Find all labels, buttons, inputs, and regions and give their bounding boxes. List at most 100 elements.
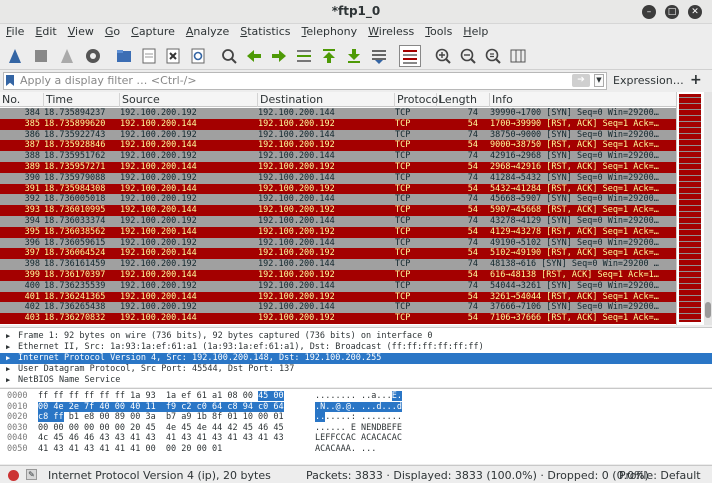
expand-arrow-icon[interactable]: ▶ xyxy=(6,364,10,375)
minimize-icon[interactable]: – xyxy=(642,5,656,19)
display-filter-input[interactable]: Apply a display filter … <Ctrl-/> xyxy=(3,72,607,90)
packet-row[interactable]: 385 18.735899620 192.100.200.144 192.100.20… xyxy=(0,118,676,130)
packet-cell-src: 192.100.200.144 xyxy=(120,162,197,172)
maximize-icon[interactable]: □ xyxy=(665,5,679,19)
close-icon[interactable]: ✕ xyxy=(688,5,702,19)
packet-cell-no: 389 xyxy=(24,162,40,172)
apply-filter-arrow-icon[interactable]: ➔ xyxy=(572,74,590,87)
detail-tree-item[interactable]: ▶ Frame 1: 92 bytes on wire (736 bits), 9… xyxy=(0,331,712,342)
column-header-time[interactable]: Time xyxy=(44,93,120,107)
packet-row[interactable]: 386 18.735922743 192.100.200.192 192.100.20… xyxy=(0,129,676,141)
detail-tree-item[interactable]: ▶ Ethernet II, Src: 1a:93:1a:ef:61:a1 (1a… xyxy=(0,342,712,353)
close-file-icon[interactable] xyxy=(162,45,184,67)
menu-capture[interactable]: Capture xyxy=(125,24,180,38)
packet-cell-info: 9000→38750 [RST, ACK] Seq=1 Ack=… xyxy=(490,140,659,151)
expand-arrow-icon[interactable]: ▶ xyxy=(6,331,10,342)
packet-cell-proto: TCP xyxy=(395,129,411,140)
scrollbar-thumb[interactable] xyxy=(705,302,711,318)
menu-help[interactable]: Help xyxy=(457,24,493,38)
packet-row[interactable]: 388 18.735951762 192.100.200.192 192.100.20… xyxy=(0,151,676,162)
column-header-info[interactable]: Info xyxy=(490,93,676,107)
zoom-out-icon[interactable] xyxy=(457,45,479,67)
packet-row[interactable]: 402 18.736265438 192.100.200.192 192.100.20… xyxy=(0,302,676,314)
first-packet-icon[interactable] xyxy=(318,45,340,67)
bytes-hex: 00 00 00 00 00 00 20 45 4e 45 4e 44 42 4… xyxy=(38,423,284,434)
shark-fin-start-icon[interactable] xyxy=(4,45,26,67)
packet-cell-len: 74 xyxy=(467,129,478,140)
packet-row[interactable]: 392 18.736005018 192.100.200.192 192.100.20… xyxy=(0,194,676,206)
column-header-destination[interactable]: Destination xyxy=(258,93,395,107)
reload-file-icon[interactable] xyxy=(187,45,209,67)
expand-arrow-icon[interactable]: ▶ xyxy=(6,353,10,364)
packet-row[interactable]: 396 18.736059615 192.100.200.192 192.100.20… xyxy=(0,237,676,249)
status-profile[interactable]: Profile: Default xyxy=(619,469,701,482)
packet-cell-src: 192.100.200.192 xyxy=(120,280,197,291)
bytes-row[interactable]: 0040 4c 45 46 46 43 43 41 43 41 43 41 43 … xyxy=(0,433,712,444)
packet-row[interactable]: 390 18.735979088 192.100.200.192 192.100.20… xyxy=(0,172,676,184)
normal-size-icon[interactable] xyxy=(482,45,504,67)
detail-tree-item[interactable]: ▶ Internet Protocol Version 4, Src: 192.1… xyxy=(0,353,712,364)
column-header-length[interactable]: Length xyxy=(437,93,490,107)
capture-options-icon[interactable] xyxy=(82,45,104,67)
packet-row[interactable]: 401 18.736241365 192.100.200.144 192.100.20… xyxy=(0,291,676,303)
packet-row[interactable]: 403 18.736270832 192.100.200.144 192.100.20… xyxy=(0,313,676,324)
packet-row[interactable]: 400 18.736235539 192.100.200.192 192.100.20… xyxy=(0,280,676,292)
menu-tools[interactable]: Tools xyxy=(419,24,457,38)
column-header-protocol[interactable]: Protocol xyxy=(395,93,441,107)
bytes-row[interactable]: 0020 c8 ff b1 e8 00 89 00 3a b7 a9 1b 8f … xyxy=(0,412,712,423)
packet-list-scrollbar[interactable] xyxy=(704,92,712,325)
expand-arrow-icon[interactable]: ▶ xyxy=(6,375,10,386)
packet-row[interactable]: 387 18.735928846 192.100.200.144 192.100.20… xyxy=(0,140,676,152)
packet-row[interactable]: 397 18.736064524 192.100.200.144 192.100.20… xyxy=(0,248,676,260)
packet-cell-time: 18.736059615 xyxy=(44,237,106,248)
packet-row[interactable]: 398 18.736161459 192.100.200.192 192.100.20… xyxy=(0,259,676,270)
column-header-no[interactable]: No. xyxy=(0,93,44,107)
resize-columns-icon[interactable] xyxy=(507,45,529,67)
packet-row[interactable]: 391 18.735984308 192.100.200.144 192.100.20… xyxy=(0,183,676,195)
bytes-text: 41 43 41 43 41 41 41 00 00 20 00 01 xyxy=(38,443,223,454)
menu-view[interactable]: View xyxy=(62,24,99,38)
restart-capture-icon[interactable] xyxy=(56,45,78,67)
menu-file[interactable]: File xyxy=(0,24,29,38)
colorize-packets-icon[interactable] xyxy=(399,45,421,67)
packet-row[interactable]: 394 18.736033374 192.100.200.192 192.100.20… xyxy=(0,216,676,227)
column-header-source[interactable]: Source xyxy=(120,93,258,107)
menu-edit[interactable]: Edit xyxy=(29,24,61,38)
detail-tree-item[interactable]: ▶ User Datagram Protocol, Src Port: 45544… xyxy=(0,364,712,375)
expand-arrow-icon[interactable]: ▶ xyxy=(6,342,10,353)
save-file-icon[interactable] xyxy=(138,45,160,67)
packet-row[interactable]: 395 18.736038562 192.100.200.144 192.100.20… xyxy=(0,226,676,238)
menu-go[interactable]: Go xyxy=(99,24,125,38)
add-filter-button[interactable]: + xyxy=(690,72,702,88)
menu-telephony[interactable]: Telephony xyxy=(296,24,363,38)
go-back-icon[interactable] xyxy=(243,45,265,67)
packet-row[interactable]: 389 18.735957271 192.100.200.144 192.100.20… xyxy=(0,162,676,173)
find-packet-icon[interactable] xyxy=(218,45,240,67)
menu-statistics[interactable]: Statistics xyxy=(234,24,295,38)
bytes-row[interactable]: 0000 ff ff ff ff ff ff 1a 93 1a ef 61 a1 … xyxy=(0,391,712,402)
filter-history-dropdown[interactable]: ▼ xyxy=(594,74,604,87)
menu-wireless[interactable]: Wireless xyxy=(362,24,419,38)
expert-info-icon[interactable] xyxy=(8,470,19,481)
bytes-row[interactable]: 0030 00 00 00 00 00 00 20 45 4e 45 4e 44 … xyxy=(0,423,712,434)
packet-cell-time: 18.735899620 xyxy=(44,118,106,129)
packet-cell-src: 192.100.200.144 xyxy=(120,205,197,216)
expression-button[interactable]: Expression… xyxy=(613,74,684,87)
packet-row[interactable]: 393 18.736010995 192.100.200.144 192.100.20… xyxy=(0,205,676,216)
detail-tree-item[interactable]: ▶ NetBIOS Name Service xyxy=(0,375,712,386)
packet-minimap[interactable] xyxy=(676,92,712,325)
last-packet-icon[interactable] xyxy=(343,45,365,67)
packet-row[interactable]: 399 18.736170397 192.100.200.144 192.100.20… xyxy=(0,270,676,281)
capture-comment-icon[interactable]: ✎ xyxy=(26,469,37,480)
go-to-packet-icon[interactable] xyxy=(293,45,315,67)
go-forward-icon[interactable] xyxy=(268,45,290,67)
zoom-in-icon[interactable] xyxy=(432,45,454,67)
bytes-row[interactable]: 0010 00 4e 2e 7f 40 00 40 11 f9 c2 c0 64 … xyxy=(0,401,712,413)
packet-row[interactable]: 384 18.735894237 192.100.200.192 192.100.20… xyxy=(0,108,676,119)
open-file-icon[interactable] xyxy=(113,45,135,67)
menu-analyze[interactable]: Analyze xyxy=(180,24,234,38)
window-title: *ftp1_0 xyxy=(331,4,381,18)
auto-scroll-icon[interactable] xyxy=(368,45,390,67)
bytes-row[interactable]: 0050 41 43 41 43 41 41 41 00 00 20 00 01 A… xyxy=(0,444,712,455)
stop-capture-icon[interactable] xyxy=(30,45,52,67)
